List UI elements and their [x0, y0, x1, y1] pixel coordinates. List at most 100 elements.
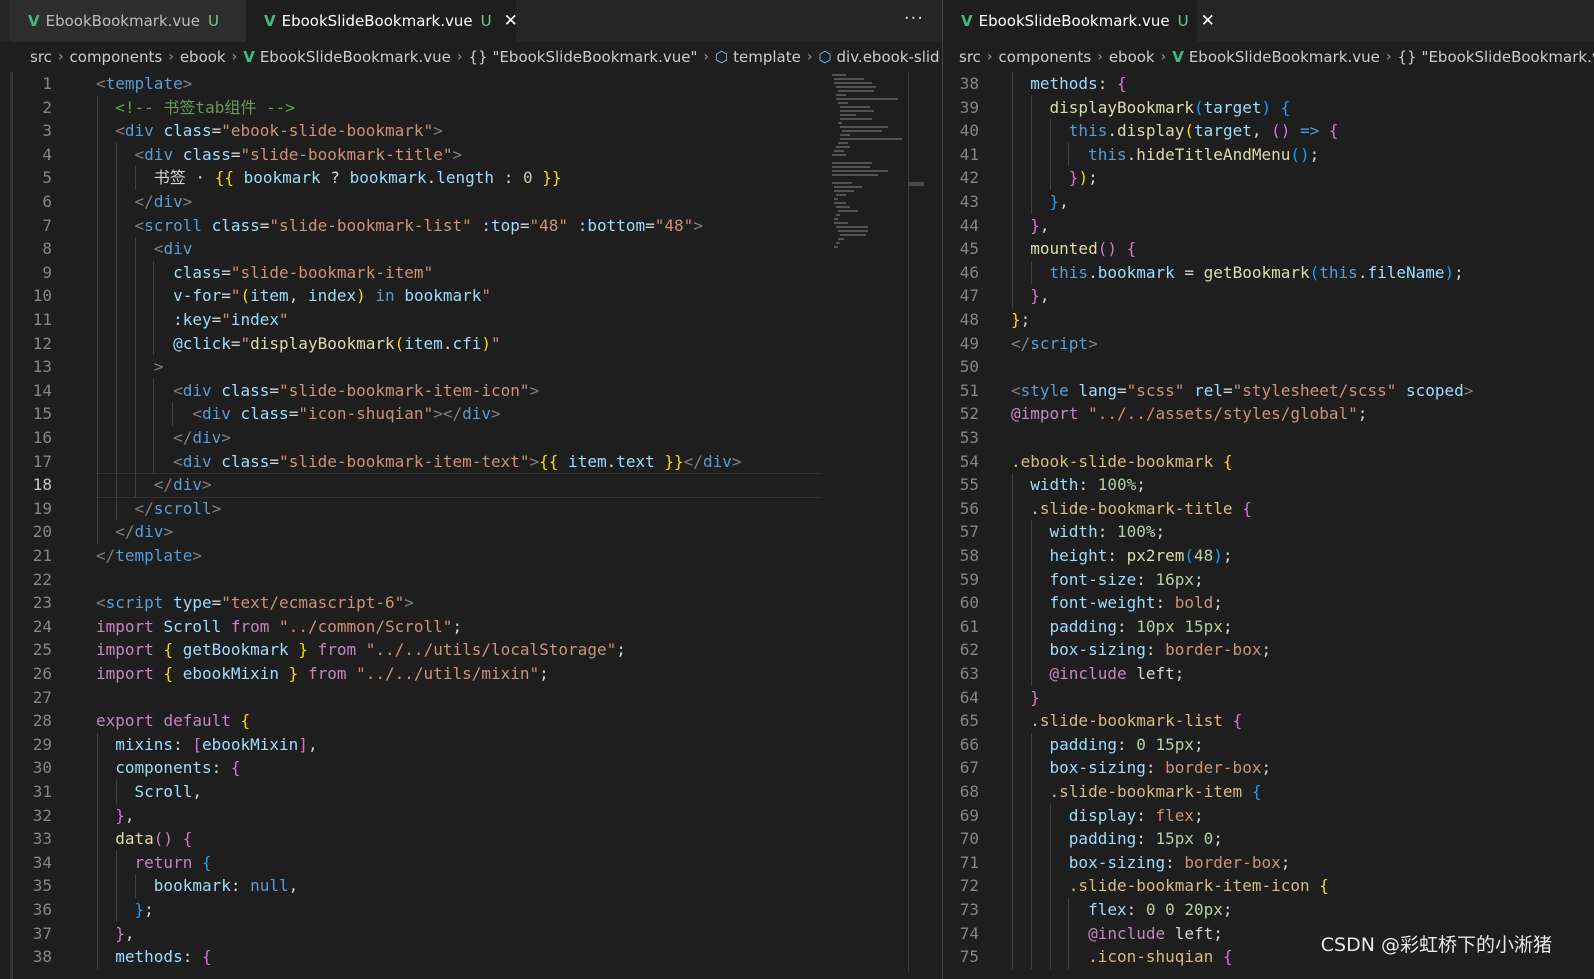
code-line[interactable]: 30 components: { — [0, 756, 942, 780]
code-line[interactable]: 50 — [943, 355, 1594, 379]
more-actions-icon[interactable]: ··· — [904, 8, 924, 29]
scrollbar-track[interactable] — [908, 72, 909, 972]
code-line[interactable]: 72 .slide-bookmark-item-icon { — [943, 874, 1594, 898]
code-line[interactable]: 41 this.hideTitleAndMenu(); — [943, 143, 1594, 167]
code-line[interactable]: 32 }, — [0, 804, 942, 828]
code-line[interactable]: 29 mixins: [ebookMixin], — [0, 733, 942, 757]
code-line[interactable]: 38 methods: { — [0, 945, 942, 969]
code-line[interactable]: 15 <div class="icon-shuqian"></div> — [0, 402, 942, 426]
code-editor-left[interactable]: 1 <template> 2 <!-- 书签tab组件 --> 3 <div clas… — [0, 72, 942, 979]
code-line[interactable]: 59 font-size: 16px; — [943, 568, 1594, 592]
code-line[interactable]: 65 .slide-bookmark-list { — [943, 709, 1594, 733]
breadcrumb-item[interactable]: V EbookSlideBookmark.vue — [1172, 48, 1380, 66]
close-icon[interactable]: ✕ — [1201, 11, 1215, 31]
code-line[interactable]: 39 displayBookmark(target) { — [943, 96, 1594, 120]
code-line[interactable]: 21 </template> — [0, 544, 942, 568]
code-line[interactable]: 35 bookmark: null, — [0, 874, 942, 898]
breadcrumb-item[interactable]: {} "EbookSlideBookmark.vue" — [468, 48, 697, 66]
code-line[interactable]: 13 > — [0, 355, 942, 379]
code-line[interactable]: 18 </div> — [0, 473, 942, 497]
code-line[interactable]: 64 } — [943, 686, 1594, 710]
code-line[interactable]: 24 import Scroll from "../common/Scroll"; — [0, 615, 942, 639]
code-line[interactable]: 42 }); — [943, 166, 1594, 190]
code-line[interactable]: 46 this.bookmark = getBookmark(this.file… — [943, 261, 1594, 285]
scrollbar-thumb[interactable] — [908, 182, 924, 186]
code-line[interactable]: 67 box-sizing: border-box; — [943, 756, 1594, 780]
breadcrumb-item[interactable]: ebook — [180, 48, 226, 66]
code-line[interactable]: 68 .slide-bookmark-item { — [943, 780, 1594, 804]
code-line[interactable]: 3 <div class="ebook-slide-bookmark"> — [0, 119, 942, 143]
tab-ebookslidebookmark[interactable]: V EbookSlideBookmark.vue U ✕ — [246, 0, 518, 42]
code-line[interactable]: 47 }, — [943, 284, 1594, 308]
code-line[interactable]: 55 width: 100%; — [943, 473, 1594, 497]
code-line[interactable]: 45 mounted() { — [943, 237, 1594, 261]
code-line[interactable]: 44 }, — [943, 214, 1594, 238]
code-line[interactable]: 26 import { ebookMixin } from "../../util… — [0, 662, 942, 686]
code-line[interactable]: 8 <div — [0, 237, 942, 261]
code-line[interactable]: 17 <div class="slide-bookmark-item-text"… — [0, 450, 942, 474]
tab-ebookbookmark[interactable]: V EbookBookmark.vue U — [10, 0, 246, 42]
minimap[interactable] — [830, 72, 906, 252]
indent-guide — [1068, 921, 1070, 946]
code-line[interactable]: 40 this.display(target, () => { — [943, 119, 1594, 143]
code-line[interactable]: 38 methods: { — [943, 72, 1594, 96]
code-line[interactable]: 61 padding: 10px 15px; — [943, 615, 1594, 639]
code-line[interactable]: 16 </div> — [0, 426, 942, 450]
code-line[interactable]: 57 width: 100%; — [943, 520, 1594, 544]
code-line[interactable]: 34 return { — [0, 851, 942, 875]
code-line[interactable]: 11 :key="index" — [0, 308, 942, 332]
code-line[interactable]: 33 data() { — [0, 827, 942, 851]
code-line[interactable]: 58 height: px2rem(48); — [943, 544, 1594, 568]
code-text: padding: 15px 0; — [1068, 829, 1223, 849]
code-line[interactable]: 1 <template> — [0, 72, 942, 96]
code-line[interactable]: 69 display: flex; — [943, 804, 1594, 828]
code-line[interactable]: 37 }, — [0, 922, 942, 946]
code-line[interactable]: 62 box-sizing: border-box; — [943, 638, 1594, 662]
code-line[interactable]: 53 — [943, 426, 1594, 450]
code-line[interactable]: 2 <!-- 书签tab组件 --> — [0, 96, 942, 120]
code-line[interactable]: 4 <div class="slide-bookmark-title"> — [0, 143, 942, 167]
code-line[interactable]: 28 export default { — [0, 709, 942, 733]
code-line[interactable]: 20 </div> — [0, 520, 942, 544]
breadcrumb-item[interactable]: {} "EbookSlideBookmark.v — [1397, 48, 1594, 66]
breadcrumb-item[interactable]: components — [70, 48, 163, 66]
code-line[interactable]: 14 <div class="slide-bookmark-item-icon"… — [0, 379, 942, 403]
breadcrumb-item[interactable]: src — [959, 48, 981, 66]
breadcrumb-item[interactable]: ebook — [1109, 48, 1155, 66]
code-line[interactable]: 48}; — [943, 308, 1594, 332]
chevron-right-icon: › — [456, 49, 463, 65]
code-line[interactable]: 22 — [0, 568, 942, 592]
code-line[interactable]: 51 <style lang="scss" rel="stylesheet/scs… — [943, 379, 1594, 403]
code-line[interactable]: 36 }; — [0, 898, 942, 922]
code-line[interactable]: 71 box-sizing: border-box; — [943, 851, 1594, 875]
breadcrumb-item[interactable]: ⬡ div.ebook-slid — [818, 48, 939, 66]
code-line[interactable]: 19 </scroll> — [0, 497, 942, 521]
code-line[interactable]: 49 </script> — [943, 332, 1594, 356]
code-line[interactable]: 73 flex: 0 0 20px; — [943, 898, 1594, 922]
code-editor-right[interactable]: 38 methods: {39 displayBookmark(target) … — [943, 72, 1594, 979]
breadcrumb-item[interactable]: ⬡ template — [715, 48, 801, 66]
code-line[interactable]: 63 @include left; — [943, 662, 1594, 686]
code-line[interactable]: 10 v-for="(item, index) in bookmark" — [0, 284, 942, 308]
code-line[interactable]: 31 Scroll, — [0, 780, 942, 804]
close-icon[interactable]: ✕ — [504, 11, 518, 31]
code-line[interactable]: 6 </div> — [0, 190, 942, 214]
code-line[interactable]: 23 <script type="text/ecmascript-6"> — [0, 591, 942, 615]
code-line[interactable]: 56 .slide-bookmark-title { — [943, 497, 1594, 521]
code-line[interactable]: 52 @import "../../assets/styles/global"; — [943, 402, 1594, 426]
tab-ebookslidebookmark-right[interactable]: V EbookSlideBookmark.vue U ✕ — [943, 0, 1215, 42]
code-line[interactable]: 43 }, — [943, 190, 1594, 214]
code-line[interactable]: 66 padding: 0 15px; — [943, 733, 1594, 757]
code-line[interactable]: 70 padding: 15px 0; — [943, 827, 1594, 851]
breadcrumb-item[interactable]: src — [30, 48, 52, 66]
code-line[interactable]: 60 font-weight: bold; — [943, 591, 1594, 615]
code-line[interactable]: 9 class="slide-bookmark-item" — [0, 261, 942, 285]
code-line[interactable]: 7 <scroll class="slide-bookmark-list" :t… — [0, 214, 942, 238]
breadcrumb-item[interactable]: V EbookSlideBookmark.vue — [243, 48, 451, 66]
code-line[interactable]: 27 — [0, 686, 942, 710]
code-line[interactable]: 12 @click="displayBookmark(item.cfi)" — [0, 332, 942, 356]
breadcrumb-item[interactable]: components — [999, 48, 1092, 66]
code-line[interactable]: 54 .ebook-slide-bookmark { — [943, 450, 1594, 474]
code-line[interactable]: 5 书签 · {{ bookmark ? bookmark.length : 0… — [0, 166, 942, 190]
code-line[interactable]: 25 import { getBookmark } from "../../uti… — [0, 638, 942, 662]
